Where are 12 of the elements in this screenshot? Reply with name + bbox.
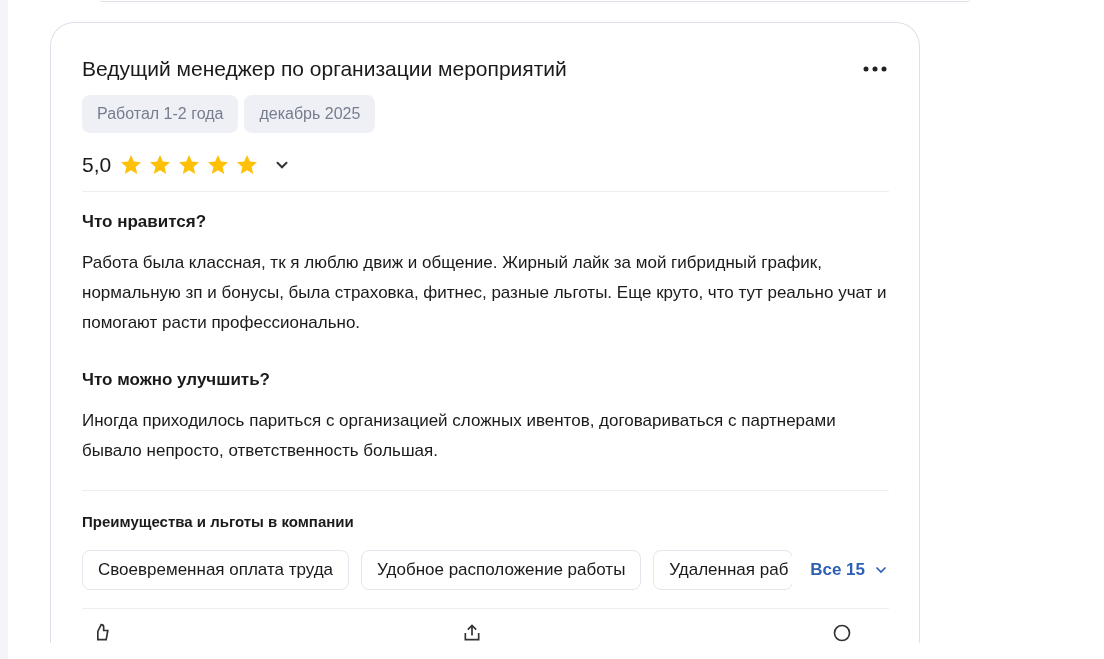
section-heading: Что нравится? [82,212,208,232]
review-text: Работа была классная, тк я люблю движ и общение. Жирный лайк за мой гибридный график, нормальную зп и бонусы, была страховка, фитнес, разные льготы. Еще круто, что тут реально учат и помогают расти профессионально. [82,252,888,334]
tag: декабрь 2025 [244,95,376,133]
tag: Работал 1-2 года [82,95,239,133]
section-heading: Что можно улучшить? [82,370,271,390]
show-all-link[interactable]: Все 15 [810,560,889,580]
benefit-chip: Своевременная оплата труда [82,550,350,590]
benefit-chip: Удобное расположение работы [361,550,642,590]
benefits-heading: Преимущества и льготы в компании [82,513,355,530]
review-title: Ведущий менеджер по организации мероприятий [82,57,567,81]
review-text: Иногда приходилось париться с организацией сложных ивентов, договариваться с партнерами бывало непросто, ответственность большая. [82,410,837,462]
rating-value: 5,0 [82,153,112,177]
